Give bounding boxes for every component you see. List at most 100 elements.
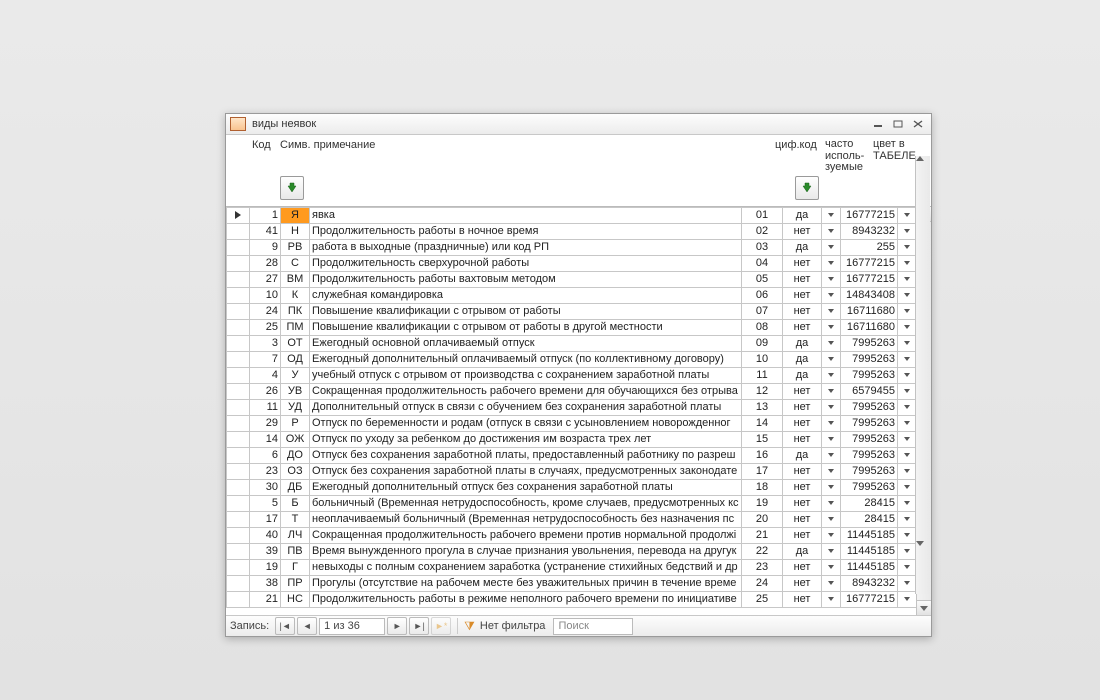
cell-desc[interactable]: Ежегодный основной оплачиваемый отпуск <box>310 335 742 351</box>
cell-symb[interactable]: Г <box>281 559 310 575</box>
cell-code[interactable]: 19 <box>250 559 281 575</box>
cell-desc[interactable]: Дополнительный отпуск в связи с обучение… <box>310 399 742 415</box>
cell-symb[interactable]: ОД <box>281 351 310 367</box>
table-row[interactable]: 30ДБЕжегодный дополнительный отпуск без … <box>227 479 917 495</box>
cell-freq[interactable]: да <box>783 239 822 255</box>
cell-code[interactable]: 30 <box>250 479 281 495</box>
row-selector[interactable] <box>227 543 250 559</box>
cell-desc[interactable]: учебный отпуск с отрывом от производства… <box>310 367 742 383</box>
cell-cif[interactable]: 03 <box>742 239 783 255</box>
cell-code[interactable]: 3 <box>250 335 281 351</box>
row-selector[interactable] <box>227 591 250 607</box>
table-row[interactable]: 38ПРПрогулы (отсутствие на рабочем месте… <box>227 575 917 591</box>
row-selector[interactable] <box>227 303 250 319</box>
cell-symb[interactable]: ОТ <box>281 335 310 351</box>
cell-freq[interactable]: нет <box>783 495 822 511</box>
freq-dropdown-icon[interactable] <box>822 511 841 527</box>
cell-code[interactable]: 40 <box>250 527 281 543</box>
cell-cif[interactable]: 07 <box>742 303 783 319</box>
cell-desc[interactable]: Продолжительность работы вахтовым методо… <box>310 271 742 287</box>
freq-dropdown-icon[interactable] <box>822 431 841 447</box>
cell-code[interactable]: 11 <box>250 399 281 415</box>
color-dropdown-icon[interactable] <box>898 383 917 399</box>
cell-code[interactable]: 6 <box>250 447 281 463</box>
freq-dropdown-icon[interactable] <box>822 255 841 271</box>
nav-first-button[interactable]: |◄ <box>275 617 295 635</box>
cell-symb[interactable]: К <box>281 287 310 303</box>
cell-code[interactable]: 39 <box>250 543 281 559</box>
cell-symb[interactable]: ДО <box>281 447 310 463</box>
cell-color[interactable]: 7995263 <box>841 335 898 351</box>
nav-search[interactable]: Поиск <box>553 618 633 635</box>
row-selector[interactable] <box>227 575 250 591</box>
cell-color[interactable]: 8943232 <box>841 223 898 239</box>
cell-color[interactable]: 7995263 <box>841 367 898 383</box>
cell-freq[interactable]: нет <box>783 399 822 415</box>
cell-cif[interactable]: 02 <box>742 223 783 239</box>
freq-dropdown-icon[interactable] <box>822 399 841 415</box>
cell-freq[interactable]: нет <box>783 527 822 543</box>
row-selector[interactable] <box>227 287 250 303</box>
table-row[interactable]: 9РВработа в выходные (праздничные) или к… <box>227 239 917 255</box>
cell-code[interactable]: 24 <box>250 303 281 319</box>
cell-freq[interactable]: да <box>783 207 822 223</box>
cell-symb[interactable]: ОЖ <box>281 431 310 447</box>
cell-code[interactable]: 10 <box>250 287 281 303</box>
freq-dropdown-icon[interactable] <box>822 447 841 463</box>
cell-color[interactable]: 28415 <box>841 511 898 527</box>
cell-code[interactable]: 41 <box>250 223 281 239</box>
cell-color[interactable]: 8943232 <box>841 575 898 591</box>
cell-cif[interactable]: 21 <box>742 527 783 543</box>
color-dropdown-icon[interactable] <box>898 287 917 303</box>
cell-code[interactable]: 28 <box>250 255 281 271</box>
freq-dropdown-icon[interactable] <box>822 527 841 543</box>
cell-cif[interactable]: 25 <box>742 591 783 607</box>
cell-freq[interactable]: да <box>783 367 822 383</box>
color-dropdown-icon[interactable] <box>898 367 917 383</box>
row-selector[interactable] <box>227 383 250 399</box>
freq-dropdown-icon[interactable] <box>822 223 841 239</box>
color-dropdown-icon[interactable] <box>898 527 917 543</box>
cell-desc[interactable]: Отпуск по уходу за ребенком до достижени… <box>310 431 742 447</box>
cell-desc[interactable]: невыходы с полным сохранением заработка … <box>310 559 742 575</box>
color-dropdown-icon[interactable] <box>898 207 917 223</box>
color-dropdown-icon[interactable] <box>898 575 917 591</box>
row-selector[interactable] <box>227 559 250 575</box>
data-grid[interactable]: 1Яявка01да1677721541НПродолжительность р… <box>226 206 931 615</box>
freq-dropdown-icon[interactable] <box>822 415 841 431</box>
cell-symb[interactable]: С <box>281 255 310 271</box>
cell-desc[interactable]: Ежегодный дополнительный оплачиваемый от… <box>310 351 742 367</box>
cell-cif[interactable]: 14 <box>742 415 783 431</box>
table-row[interactable]: 4Уучебный отпуск с отрывом от производст… <box>227 367 917 383</box>
cell-color[interactable]: 16711680 <box>841 319 898 335</box>
table-row[interactable]: 39ПВВремя вынужденного прогула в случае … <box>227 543 917 559</box>
freq-dropdown-icon[interactable] <box>822 495 841 511</box>
row-selector[interactable] <box>227 367 250 383</box>
cell-code[interactable]: 1 <box>250 207 281 223</box>
cell-code[interactable]: 17 <box>250 511 281 527</box>
table-row[interactable]: 21НСПродолжительность работы в режиме не… <box>227 591 917 607</box>
color-dropdown-icon[interactable] <box>898 335 917 351</box>
cell-freq[interactable]: нет <box>783 431 822 447</box>
row-selector[interactable] <box>227 335 250 351</box>
table-row[interactable]: 41НПродолжительность работы в ночное вре… <box>227 223 917 239</box>
cell-color[interactable]: 28415 <box>841 495 898 511</box>
cell-code[interactable]: 26 <box>250 383 281 399</box>
cell-cif[interactable]: 20 <box>742 511 783 527</box>
row-selector[interactable] <box>227 223 250 239</box>
cell-color[interactable]: 16777215 <box>841 271 898 287</box>
color-dropdown-icon[interactable] <box>898 399 917 415</box>
cell-cif[interactable]: 18 <box>742 479 783 495</box>
color-dropdown-icon[interactable] <box>898 303 917 319</box>
cell-cif[interactable]: 11 <box>742 367 783 383</box>
table-row[interactable]: 25ПМПовышение квалификации с отрывом от … <box>227 319 917 335</box>
cell-color[interactable]: 6579455 <box>841 383 898 399</box>
sort-cif-button[interactable] <box>795 176 819 200</box>
form-scroll-thumb[interactable] <box>916 161 930 541</box>
cell-color[interactable]: 7995263 <box>841 431 898 447</box>
row-selector[interactable] <box>227 495 250 511</box>
cell-symb[interactable]: Н <box>281 223 310 239</box>
cell-desc[interactable]: Продолжительность работы в ночное время <box>310 223 742 239</box>
cell-freq[interactable]: нет <box>783 271 822 287</box>
cell-freq[interactable]: нет <box>783 287 822 303</box>
